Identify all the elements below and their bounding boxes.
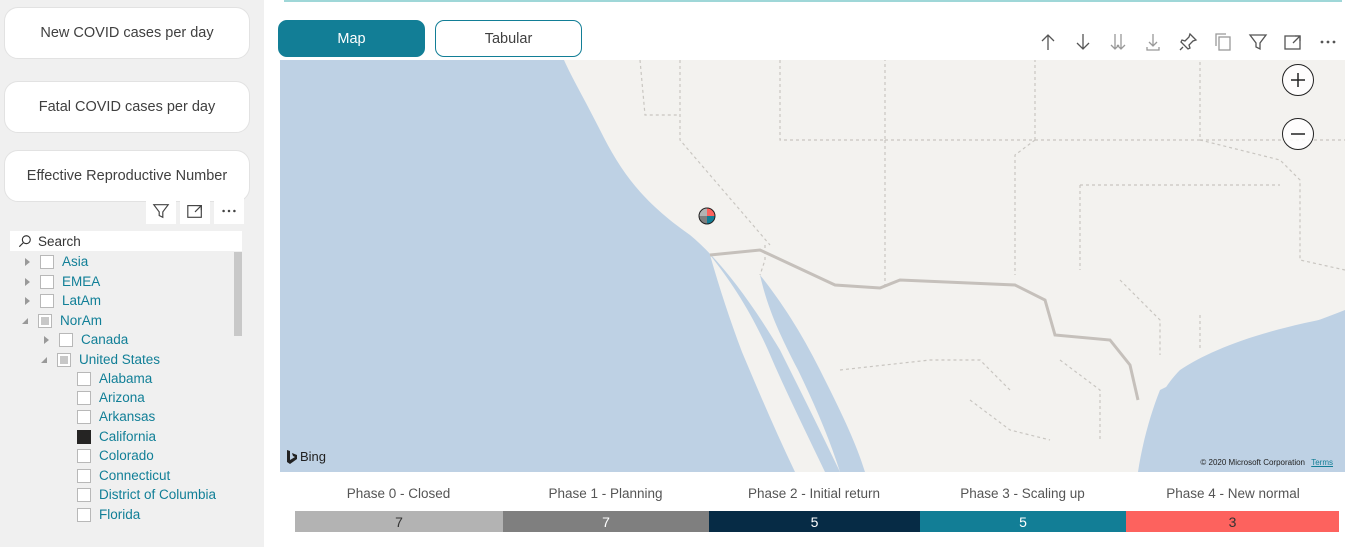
drill-down-icon[interactable] (1065, 30, 1100, 54)
minus-icon (1291, 133, 1305, 135)
tree-item-label: California (99, 429, 157, 444)
tree-item-label: Florida (99, 507, 141, 522)
expand-arrow-icon[interactable] (41, 335, 51, 345)
reproductive-number-card[interactable]: Effective Reproductive Number (4, 150, 250, 202)
more-options-icon[interactable] (1310, 30, 1345, 54)
slicer-toolbar (146, 198, 244, 224)
checkbox[interactable] (77, 507, 91, 522)
tree-item-label: NorAm (60, 313, 103, 328)
checkbox[interactable] (59, 332, 73, 347)
tree-scrollbar[interactable] (234, 252, 242, 336)
search-icon (18, 235, 31, 248)
checkbox[interactable] (57, 352, 71, 367)
visual-toolbar (1030, 30, 1345, 54)
copy-icon[interactable] (1205, 30, 1240, 54)
expand-hierarchy-icon[interactable] (1135, 30, 1170, 54)
map-terms-link[interactable]: Terms (1311, 458, 1333, 467)
map-copyright: © 2020 Microsoft Corporation (1200, 458, 1305, 467)
top-divider (284, 0, 1342, 2)
collapse-arrow-icon[interactable] (39, 355, 49, 365)
tree-item-arizona[interactable]: Arizona (77, 388, 145, 407)
phase-1-count[interactable]: 7 (503, 511, 709, 532)
bing-logo-icon (287, 449, 297, 464)
tree-item-label: United States (79, 352, 161, 367)
phase-4-label: Phase 4 - New normal (1166, 486, 1300, 501)
tree-item-label: Alabama (99, 371, 153, 386)
checkbox[interactable] (77, 487, 91, 502)
tree-item-label: District of Columbia (99, 487, 217, 502)
focus-mode-icon[interactable] (1275, 30, 1310, 54)
plus-icon (1291, 73, 1305, 87)
tree-item-california[interactable]: California (77, 427, 156, 446)
checkbox[interactable] (77, 448, 91, 463)
zoom-in-button[interactable] (1282, 64, 1314, 96)
map-canvas[interactable]: Bing © 2020 Microsoft Corporation Terms (280, 60, 1345, 472)
phase-3-label: Phase 3 - Scaling up (960, 486, 1085, 501)
expand-arrow-icon[interactable] (22, 296, 32, 306)
tree-item-label: Colorado (99, 448, 154, 463)
tree-item-latam[interactable]: LatAm (22, 291, 101, 310)
tree-item-label: LatAm (62, 293, 102, 308)
tree-item-label: Connecticut (99, 468, 171, 483)
focus-mode-icon[interactable] (180, 198, 210, 224)
checkbox[interactable] (40, 293, 54, 308)
region-tree: Asia EMEA LatAm NorAm Canada United Stat… (0, 252, 232, 542)
search-placeholder: Search (38, 233, 81, 249)
checkbox[interactable] (38, 313, 52, 328)
bing-attribution: Bing (286, 449, 326, 464)
left-panel: New COVID cases per day Fatal COVID case… (0, 0, 264, 547)
checkbox[interactable] (40, 274, 54, 289)
phase-3-count[interactable]: 5 (920, 511, 1126, 532)
checkbox[interactable] (77, 468, 91, 483)
checkbox[interactable] (77, 429, 91, 444)
tree-item-noram[interactable]: NorAm (20, 311, 102, 330)
tabular-toggle-button[interactable]: Tabular (435, 20, 582, 57)
zoom-out-button[interactable] (1282, 118, 1314, 150)
tree-item-alabama[interactable]: Alabama (77, 369, 152, 388)
tree-item-arkansas[interactable]: Arkansas (77, 407, 155, 426)
collapse-arrow-icon[interactable] (20, 316, 30, 326)
filter-icon[interactable] (1240, 30, 1275, 54)
search-input[interactable]: Search (10, 231, 242, 251)
tree-item-florida[interactable]: Florida (77, 505, 140, 524)
phase-0-label: Phase 0 - Closed (346, 486, 451, 501)
phase-2-label: Phase 2 - Initial return (747, 486, 881, 501)
tree-item-connecticut[interactable]: Connecticut (77, 466, 170, 485)
phase-1-label: Phase 1 - Planning (548, 486, 663, 501)
next-level-icon[interactable] (1100, 30, 1135, 54)
bing-label: Bing (300, 449, 327, 464)
tree-item-label: EMEA (62, 274, 101, 289)
drill-up-icon[interactable] (1030, 30, 1065, 54)
fatal-cases-card[interactable]: Fatal COVID cases per day (4, 81, 250, 133)
tree-item-label: Canada (81, 332, 129, 347)
tree-item-district-of-columbia[interactable]: District of Columbia (77, 485, 216, 504)
new-cases-card[interactable]: New COVID cases per day (4, 7, 250, 59)
tree-item-label: Asia (62, 254, 89, 269)
more-options-icon[interactable] (214, 198, 244, 224)
pie-marker-california[interactable] (698, 207, 716, 225)
phase-0-count[interactable]: 7 (295, 511, 503, 532)
map-basemap (564, 60, 1345, 472)
phase-2-count[interactable]: 5 (709, 511, 920, 532)
tree-item-emea[interactable]: EMEA (22, 272, 100, 291)
checkbox[interactable] (40, 254, 54, 269)
checkbox[interactable] (77, 371, 91, 386)
tree-item-colorado[interactable]: Colorado (77, 446, 154, 465)
expand-arrow-icon[interactable] (22, 277, 32, 287)
tree-item-label: Arkansas (99, 409, 156, 424)
phase-4-count[interactable]: 3 (1126, 511, 1339, 532)
tree-item-canada[interactable]: Canada (41, 330, 128, 349)
tree-item-asia[interactable]: Asia (22, 252, 88, 271)
tree-item-label: Arizona (99, 390, 145, 405)
map-toggle-button[interactable]: Map (278, 20, 425, 57)
pin-icon[interactable] (1170, 30, 1205, 54)
checkbox[interactable] (77, 409, 91, 424)
tree-item-united-states[interactable]: United States (39, 350, 160, 369)
filter-icon[interactable] (146, 198, 176, 224)
checkbox[interactable] (77, 390, 91, 405)
expand-arrow-icon[interactable] (22, 257, 32, 267)
